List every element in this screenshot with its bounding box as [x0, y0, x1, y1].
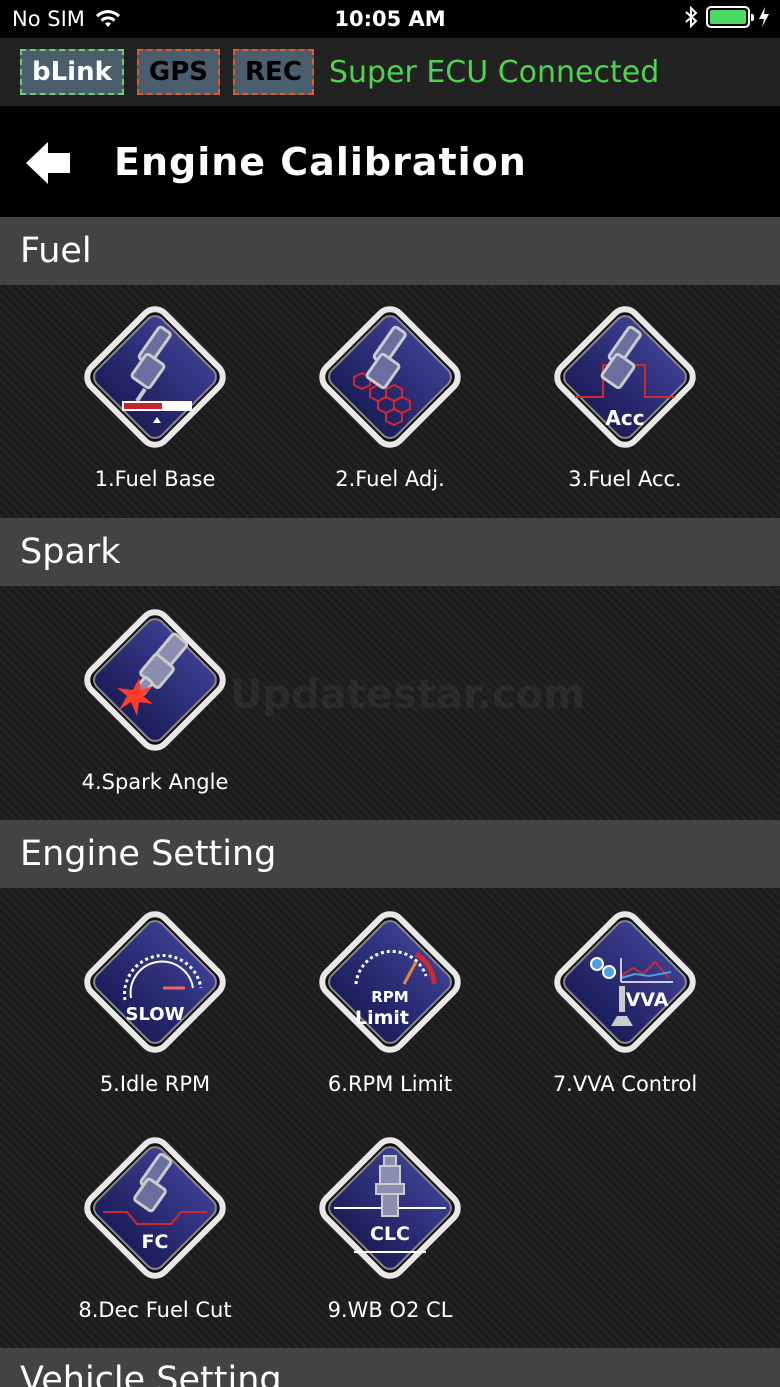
dec-fuel-cut-icon: FC	[84, 1137, 226, 1279]
vva-control-icon: VVA	[554, 911, 696, 1053]
fuel-adj-label: 2.Fuel Adj.	[335, 467, 445, 491]
fuel-acc-icon: Acc	[554, 306, 696, 448]
rpm-limit-label: 6.RPM Limit	[327, 1072, 453, 1096]
fuel-acc-icon-text: Acc	[605, 406, 644, 430]
gps-tag[interactable]: GPS	[136, 49, 221, 95]
wb-o2-cl-tile[interactable]: CLC 9.WB O2 CL	[290, 1128, 490, 1338]
idle-rpm-label: 5.Idle RPM	[99, 1072, 211, 1096]
section-body-fuel: 1.Fuel Base 2.Fuel Adj. Acc 3.Fuel Acc.	[0, 285, 780, 518]
section-title-spark: Spark	[20, 532, 121, 572]
spark-angle-icon	[84, 609, 226, 751]
section-title-vehicle-setting: Vehicle Setting	[20, 1360, 282, 1387]
section-title-fuel: Fuel	[20, 231, 92, 271]
fuel-base-label: 1.Fuel Base	[94, 467, 216, 491]
rpm-limit-tile[interactable]: RPM Limit 6.RPM Limit	[290, 902, 490, 1112]
section-header-spark: Spark	[0, 518, 780, 586]
status-bar: No SIM 10:05 AM	[0, 0, 780, 38]
battery-icon	[706, 6, 754, 28]
rec-tag[interactable]: REC	[233, 49, 314, 95]
bluetooth-icon	[685, 6, 698, 28]
dec-fuel-cut-icon-text: FC	[142, 1231, 169, 1253]
section-body-spark: 4.Spark Angle Updatestar.com	[0, 586, 780, 820]
vva-control-label: 7.VVA Control	[552, 1072, 698, 1096]
idle-rpm-icon: SLOW	[84, 911, 226, 1053]
section-body-engine-setting: SLOW 5.Idle RPM RPM Limit 6.RPM Limit VV…	[0, 888, 780, 1348]
idle-rpm-icon-text: SLOW	[126, 1004, 185, 1025]
rpm-limit-icon-text2: Limit	[355, 1007, 409, 1029]
dec-fuel-cut-tile[interactable]: FC 8.Dec Fuel Cut	[55, 1128, 255, 1338]
charging-icon	[759, 7, 769, 27]
rpm-limit-icon-text: RPM	[371, 988, 408, 1006]
fuel-base-icon	[84, 306, 226, 448]
spark-angle-label: 4.Spark Angle	[81, 770, 229, 794]
connection-status: Super ECU Connected	[328, 54, 660, 90]
section-header-vehicle-setting: Vehicle Setting	[0, 1348, 780, 1387]
rpm-limit-icon: RPM Limit	[319, 911, 461, 1053]
back-arrow-icon[interactable]	[26, 142, 70, 184]
spark-angle-tile[interactable]: 4.Spark Angle	[55, 600, 255, 810]
fuel-base-tile[interactable]: 1.Fuel Base	[55, 297, 255, 507]
page-header: Engine Calibration	[0, 106, 780, 217]
watermark: Updatestar.com	[230, 672, 585, 718]
wb-o2-cl-icon: CLC	[319, 1137, 461, 1279]
fuel-acc-tile[interactable]: Acc 3.Fuel Acc.	[525, 297, 725, 507]
section-title-engine-setting: Engine Setting	[20, 834, 277, 874]
dec-fuel-cut-label: 8.Dec Fuel Cut	[78, 1298, 232, 1322]
vva-control-icon-text: VVA	[626, 989, 669, 1011]
idle-rpm-tile[interactable]: SLOW 5.Idle RPM	[55, 902, 255, 1112]
fuel-adj-icon	[319, 306, 461, 448]
wb-o2-cl-icon-text: CLC	[370, 1223, 410, 1245]
connection-bar: bLink GPS REC Super ECU Connected	[0, 38, 780, 106]
fuel-adj-tile[interactable]: 2.Fuel Adj.	[290, 297, 490, 507]
wb-o2-cl-label: 9.WB O2 CL	[327, 1298, 453, 1322]
clock: 10:05 AM	[334, 7, 446, 31]
section-header-fuel: Fuel	[0, 217, 780, 285]
fuel-acc-label: 3.Fuel Acc.	[568, 467, 682, 491]
blink-tag[interactable]: bLink	[20, 49, 124, 95]
vva-control-tile[interactable]: VVA 7.VVA Control	[525, 902, 725, 1112]
section-header-engine-setting: Engine Setting	[0, 820, 780, 888]
page-title: Engine Calibration	[114, 140, 527, 184]
